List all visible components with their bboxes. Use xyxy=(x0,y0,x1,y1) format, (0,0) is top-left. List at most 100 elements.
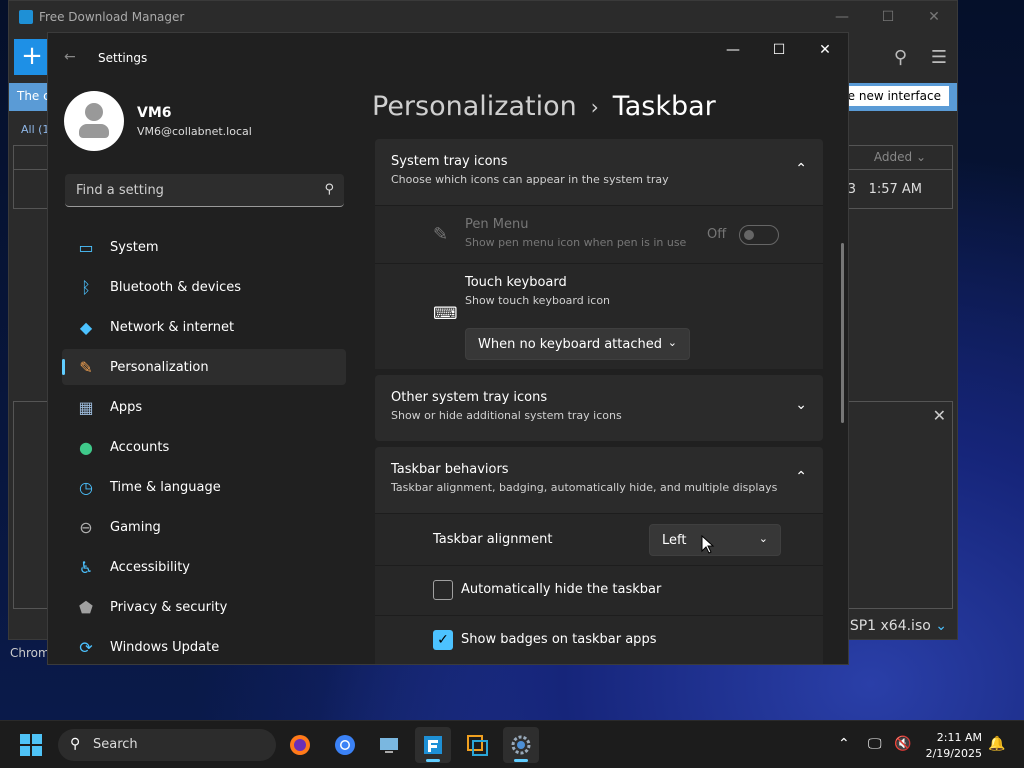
pen-menu-subtitle: Show pen menu icon when pen is in use xyxy=(465,236,687,249)
search-icon[interactable]: ⚲ xyxy=(324,182,334,197)
other-tray-card[interactable]: Other system tray icons Show or hide add… xyxy=(375,375,823,441)
menu-icon[interactable]: ☰ xyxy=(931,47,947,68)
touch-keyboard-row: ⌨ Touch keyboard Show touch keyboard ico… xyxy=(375,263,823,369)
touch-keyboard-value: When no keyboard attached xyxy=(478,337,662,352)
user-name: VM6 xyxy=(137,105,172,121)
chevron-down-icon[interactable]: ⌄ xyxy=(795,397,807,413)
sidebar-item-personalization[interactable]: ✎ Personalization xyxy=(62,349,346,385)
sidebar-item-label: Accounts xyxy=(110,439,170,455)
system-tray-header[interactable]: System tray icons Choose which icons can… xyxy=(375,139,823,205)
maximize-icon[interactable]: ☐ xyxy=(865,9,911,25)
volume-muted-icon[interactable]: 🔇 xyxy=(894,736,911,752)
settings-title: Settings xyxy=(98,51,148,65)
sidebar-item-label: Personalization xyxy=(110,359,209,375)
network-app-icon[interactable] xyxy=(371,727,407,763)
close-icon[interactable]: ✕ xyxy=(911,9,957,25)
settings-titlebar: ← Settings — ☐ ✕ xyxy=(48,33,848,81)
minimize-icon[interactable]: — xyxy=(710,33,756,67)
fdm-icon[interactable] xyxy=(415,727,451,763)
notification-bell-icon[interactable]: 🔔 xyxy=(988,736,1005,752)
virtualbox-icon[interactable] xyxy=(459,727,495,763)
back-arrow-icon[interactable]: ← xyxy=(64,49,76,65)
start-button[interactable] xyxy=(20,734,42,756)
taskbar-behaviors-card[interactable]: Taskbar behaviors Taskbar alignment, bad… xyxy=(375,447,823,664)
windows-logo-icon xyxy=(20,734,30,744)
network-tray-icon[interactable]: 🖵 xyxy=(868,736,882,752)
globe-clock-icon: ◷ xyxy=(79,477,93,497)
taskbar-clock[interactable]: 2:11 AM 2/19/2025 xyxy=(924,730,982,762)
chrome-icon[interactable] xyxy=(327,727,363,763)
search-icon[interactable]: ⚲ xyxy=(894,47,907,68)
user-profile[interactable]: VM6 VM6@collabnet.local xyxy=(64,91,252,151)
taskbar-behaviors-header[interactable]: Taskbar behaviors Taskbar alignment, bad… xyxy=(375,447,823,513)
sidebar-item-label: Network & internet xyxy=(110,319,235,335)
autohide-checkbox[interactable] xyxy=(433,580,453,600)
sidebar-item-label: Bluetooth & devices xyxy=(110,279,241,295)
clock-date: 2/19/2025 xyxy=(925,747,982,760)
badges-row: ✓ Show badges on taskbar apps xyxy=(375,615,823,664)
badges-label[interactable]: Show badges on taskbar apps xyxy=(461,632,656,647)
system-tray-subtitle: Choose which icons can appear in the sys… xyxy=(391,173,669,186)
sidebar-item-accessibility[interactable]: ♿ Accessibility xyxy=(62,549,346,585)
firefox-icon[interactable] xyxy=(282,727,318,763)
taskbar-alignment-row: Taskbar alignment Left ⌄ xyxy=(375,513,823,565)
taskbar-alignment-value: Left xyxy=(662,533,687,548)
sidebar-item-label: Windows Update xyxy=(110,639,220,655)
sidebar-item-windows-update[interactable]: ⟳ Windows Update xyxy=(62,629,346,664)
fdm-titlebar: Free Download Manager — ☐ ✕ xyxy=(9,1,957,33)
chevron-up-icon[interactable]: ⌃ xyxy=(838,736,850,752)
desktop-chrome-label[interactable]: Chrom xyxy=(10,646,50,660)
user-email: VM6@collabnet.local xyxy=(137,125,252,138)
breadcrumb-separator: › xyxy=(590,94,599,119)
taskbar-alignment-label: Taskbar alignment xyxy=(433,532,553,547)
breadcrumb-parent[interactable]: Personalization xyxy=(372,91,577,122)
taskbar-search[interactable]: ⚲ Search xyxy=(58,729,276,761)
column-added[interactable]: Added ⌄ xyxy=(874,150,926,164)
keyboard-icon: ⌨ xyxy=(433,304,458,324)
shield-icon: ⬟ xyxy=(79,597,93,617)
system-tray-card[interactable]: System tray icons Choose which icons can… xyxy=(375,139,823,369)
other-tray-header[interactable]: Other system tray icons Show or hide add… xyxy=(375,375,823,441)
chevron-up-icon[interactable]: ⌃ xyxy=(795,161,807,177)
page-title: Taskbar xyxy=(612,91,716,122)
close-icon[interactable]: ✕ xyxy=(802,33,848,67)
autohide-row: Automatically hide the taskbar xyxy=(375,565,823,615)
fdm-title-text: Free Download Manager xyxy=(39,10,185,24)
mouse-cursor-icon xyxy=(701,535,715,554)
apps-icon: ▦ xyxy=(78,397,94,417)
touch-keyboard-dropdown[interactable]: When no keyboard attached ⌄ xyxy=(465,328,690,360)
sidebar-item-system[interactable]: ▭ System xyxy=(62,229,346,265)
accessibility-icon: ♿ xyxy=(78,557,94,577)
sidebar-item-label: Time & language xyxy=(110,479,221,495)
iso-filename[interactable]: SP1 x64.iso ⌄ xyxy=(850,618,947,634)
try-new-interface-button[interactable]: he new interface xyxy=(832,86,949,106)
add-download-button[interactable]: + xyxy=(14,39,50,75)
autohide-label[interactable]: Automatically hide the taskbar xyxy=(461,582,661,597)
sidebar-item-label: Gaming xyxy=(110,519,161,535)
person-icon: ● xyxy=(79,437,93,457)
sidebar-item-apps[interactable]: ▦ Apps xyxy=(62,389,346,425)
pen-menu-toggle[interactable] xyxy=(739,225,779,245)
settings-gear-icon[interactable] xyxy=(503,727,539,763)
sidebar-item-privacy-security[interactable]: ⬟ Privacy & security xyxy=(62,589,346,625)
pen-menu-row: ✎ Pen Menu Show pen menu icon when pen i… xyxy=(375,205,823,263)
badges-checkbox[interactable]: ✓ xyxy=(433,630,453,650)
sidebar-item-label: System xyxy=(110,239,159,255)
avatar[interactable] xyxy=(64,91,124,151)
sidebar-item-bluetooth-devices[interactable]: ᛒ Bluetooth & devices xyxy=(62,269,346,305)
chevron-up-icon[interactable]: ⌃ xyxy=(795,469,807,485)
settings-window[interactable]: ← Settings — ☐ ✕ VM6 VM6@collabnet.local… xyxy=(47,32,849,665)
sidebar-item-accounts[interactable]: ● Accounts xyxy=(62,429,346,465)
details-close-icon[interactable]: ✕ xyxy=(933,406,946,425)
breadcrumb: Personalization › Taskbar xyxy=(372,91,716,122)
find-setting-placeholder: Find a setting xyxy=(76,183,164,198)
taskbar-alignment-dropdown[interactable]: Left ⌄ xyxy=(649,524,781,556)
content-scrollbar[interactable] xyxy=(841,243,844,423)
maximize-icon[interactable]: ☐ xyxy=(756,33,802,67)
minimize-icon[interactable]: — xyxy=(819,9,865,25)
find-setting-input[interactable]: Find a setting ⚲ xyxy=(65,174,344,207)
sidebar-item-time-language[interactable]: ◷ Time & language xyxy=(62,469,346,505)
sidebar-item-network-internet[interactable]: ◆ Network & internet xyxy=(62,309,346,345)
taskbar: ⚲ Search ⌃ 🖵 🔇 2:11 AM 2/19/2025 🔔 xyxy=(0,720,1024,768)
sidebar-item-gaming[interactable]: ⊖ Gaming xyxy=(62,509,346,545)
